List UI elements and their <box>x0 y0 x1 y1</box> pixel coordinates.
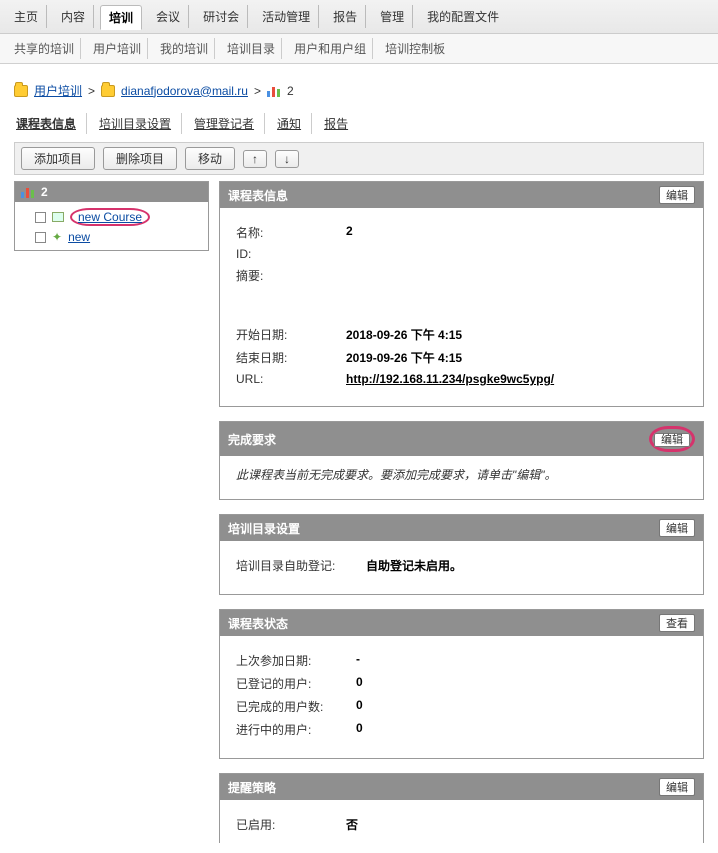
completion-note: 此课程表当前无完成要求。要添加完成要求，请单击"编辑"。 <box>236 466 687 483</box>
sub-mine[interactable]: 我的培训 <box>154 38 215 59</box>
page-subtabs: 课程表信息 培训目录设置 管理登记者 通知 报告 <box>14 113 704 134</box>
catalog-edit-button[interactable]: 编辑 <box>659 519 695 537</box>
crumb-root[interactable]: 用户培训 <box>34 82 82 99</box>
k-summary: 摘要: <box>236 267 346 284</box>
top-nav: 主页 内容 培训 会议 研讨会 活动管理 报告 管理 我的配置文件 <box>0 0 718 34</box>
v-name: 2 <box>346 224 353 241</box>
st-notify[interactable]: 通知 <box>275 113 312 134</box>
reminder-edit-button[interactable]: 编辑 <box>659 778 695 796</box>
sub-dashboard[interactable]: 培训控制板 <box>379 38 451 59</box>
curriculum-icon <box>267 85 281 97</box>
st-catalog[interactable]: 培训目录设置 <box>97 113 182 134</box>
status-k1: 已登记的用户: <box>236 675 356 692</box>
toolbar: 添加项目 删除项目 移动 ↑ ↓ <box>14 142 704 175</box>
book-icon <box>52 212 64 222</box>
move-down-button[interactable]: ↓ <box>275 150 299 168</box>
reminder-k: 已启用: <box>236 816 346 833</box>
reminder-v: 否 <box>346 816 358 833</box>
tab-profile[interactable]: 我的配置文件 <box>419 5 507 28</box>
curriculum-icon <box>21 186 35 198</box>
status-k2: 已完成的用户数: <box>236 698 356 715</box>
completion-panel-head: 完成要求 编辑 <box>220 422 703 456</box>
k-url: URL: <box>236 372 346 386</box>
tab-seminar[interactable]: 研讨会 <box>195 5 248 28</box>
tab-content[interactable]: 内容 <box>53 5 94 28</box>
tab-admin[interactable]: 管理 <box>372 5 413 28</box>
folder-icon <box>14 85 28 97</box>
tree-item-label[interactable]: new <box>68 230 90 244</box>
st-enrollees[interactable]: 管理登记者 <box>192 113 265 134</box>
k-end: 结束日期: <box>236 349 346 366</box>
k-start: 开始日期: <box>236 326 346 343</box>
tab-report[interactable]: 报告 <box>325 5 366 28</box>
st-report[interactable]: 报告 <box>322 113 358 134</box>
catalog-k: 培训目录自助登记: <box>236 557 366 574</box>
info-title: 课程表信息 <box>228 187 288 204</box>
catalog-panel-head: 培训目录设置 编辑 <box>220 515 703 541</box>
sub-user[interactable]: 用户培训 <box>87 38 148 59</box>
crumb-sep: > <box>254 84 261 98</box>
move-up-button[interactable]: ↑ <box>243 150 267 168</box>
tree-panel: 2 new Course ✦ new <box>14 181 209 251</box>
status-panel-head: 课程表状态 查看 <box>220 610 703 636</box>
sub-shared[interactable]: 共享的培训 <box>8 38 81 59</box>
status-title: 课程表状态 <box>228 615 288 632</box>
tab-event[interactable]: 活动管理 <box>254 5 319 28</box>
reminder-title: 提醒策略 <box>228 779 276 796</box>
status-k3: 进行中的用户: <box>236 721 356 738</box>
sub-nav: 共享的培训 用户培训 我的培训 培训目录 用户和用户组 培训控制板 <box>0 34 718 64</box>
info-panel-head: 课程表信息 编辑 <box>220 182 703 208</box>
add-item-button[interactable]: 添加项目 <box>21 147 95 170</box>
tree-item[interactable]: ✦ new <box>21 228 202 246</box>
info-edit-button[interactable]: 编辑 <box>659 186 695 204</box>
sub-catalog[interactable]: 培训目录 <box>221 38 282 59</box>
tree-head: 2 <box>15 182 208 202</box>
crumb-link[interactable]: dianafjodorova@mail.ru <box>121 84 248 98</box>
reminder-panel-head: 提醒策略 编辑 <box>220 774 703 800</box>
status-v2: 0 <box>356 698 363 715</box>
checkbox[interactable] <box>35 212 46 223</box>
status-view-button[interactable]: 查看 <box>659 614 695 632</box>
completion-title: 完成要求 <box>228 431 276 448</box>
folder-icon <box>101 85 115 97</box>
breadcrumb: 用户培训 > dianafjodorova@mail.ru > 2 <box>14 82 704 99</box>
sub-groups[interactable]: 用户和用户组 <box>288 38 373 59</box>
k-name: 名称: <box>236 224 346 241</box>
tab-training[interactable]: 培训 <box>100 5 142 30</box>
tree-item[interactable]: new Course <box>21 206 202 228</box>
status-k0: 上次参加日期: <box>236 652 356 669</box>
status-v3: 0 <box>356 721 363 738</box>
tree-title: 2 <box>41 185 48 199</box>
v-url[interactable]: http://192.168.11.234/psgke9wc5ypg/ <box>346 372 554 386</box>
st-info[interactable]: 课程表信息 <box>14 113 87 134</box>
v-start: 2018-09-26 下午 4:15 <box>346 326 462 343</box>
completion-edit-button[interactable]: 编辑 <box>654 433 690 447</box>
v-end: 2019-09-26 下午 4:15 <box>346 349 462 366</box>
tab-meeting[interactable]: 会议 <box>148 5 189 28</box>
crumb-sep: > <box>88 84 95 98</box>
delete-item-button[interactable]: 删除项目 <box>103 147 177 170</box>
catalog-v: 自助登记未启用。 <box>366 557 462 574</box>
tab-home[interactable]: 主页 <box>6 5 47 28</box>
status-v1: 0 <box>356 675 363 692</box>
status-v0: - <box>356 652 360 669</box>
catalog-title: 培训目录设置 <box>228 520 300 537</box>
checkbox[interactable] <box>35 232 46 243</box>
right-column: 课程表信息 编辑 名称:2 ID: 摘要: 开始日期:2018-09-26 下午… <box>219 181 704 843</box>
move-button[interactable]: 移动 <box>185 147 235 170</box>
k-id: ID: <box>236 247 346 261</box>
piece-icon: ✦ <box>52 230 62 244</box>
crumb-leaf: 2 <box>287 84 294 98</box>
tree-item-label[interactable]: new Course <box>78 210 142 224</box>
